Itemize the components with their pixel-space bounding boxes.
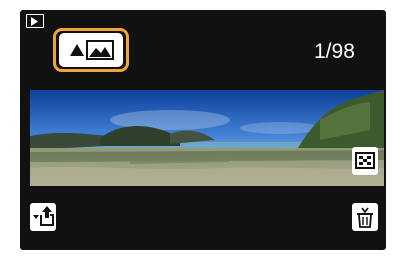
playback-icon [26,14,44,28]
trash-icon [357,207,373,228]
delete-button[interactable] [352,203,378,231]
camera-playback-screen: 1/98 [20,10,386,250]
return-icon [33,206,54,226]
panorama-image [30,90,384,186]
panorama-play-icon [70,40,114,60]
playback-counter: 1/98 [314,40,355,63]
panorama-play-button[interactable] [59,33,123,67]
display-toggle-button[interactable] [352,147,378,175]
return-button[interactable] [30,203,56,231]
display-toggle-icon [355,152,375,169]
